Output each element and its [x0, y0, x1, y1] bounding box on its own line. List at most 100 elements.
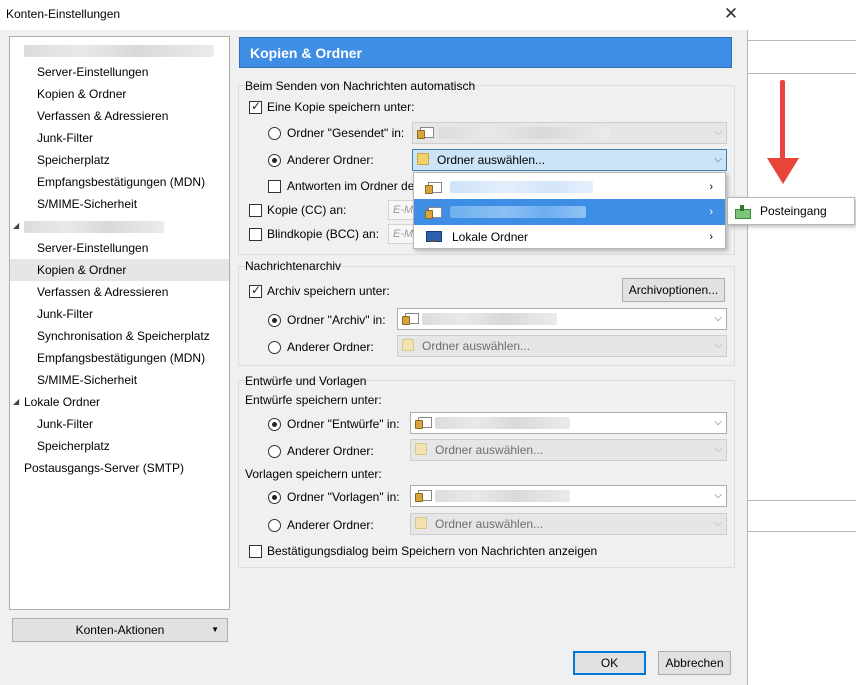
annotation-arrow-head — [767, 158, 799, 184]
sidebar-item-copies-folders-selected[interactable]: Kopien & Ordner — [10, 259, 229, 281]
mail-account-icon — [415, 416, 432, 429]
templates-other-select[interactable]: Ordner auswählen... ⌵ — [410, 513, 727, 535]
templates-label: Vorlagen speichern unter: — [245, 467, 382, 481]
bcc-label: Blindkopie (BCC) an: — [267, 227, 380, 241]
account-actions-button[interactable]: Konten-Aktionen ▼ — [12, 618, 228, 642]
sidebar-item-smtp[interactable]: Postausgangs-Server (SMTP) — [10, 457, 229, 479]
sidebar-item-disk-space[interactable]: Speicherplatz — [10, 435, 229, 457]
archive-folder-select[interactable]: ⌵ — [397, 308, 727, 330]
menu-item-account-1[interactable]: › — [414, 174, 725, 200]
bg-divider — [748, 40, 856, 41]
folder-icon — [402, 339, 414, 351]
inbox-label: Posteingang — [760, 204, 827, 218]
templates-folder-select[interactable]: ⌵ — [410, 485, 727, 507]
confirm-dialog-checkbox[interactable] — [249, 545, 262, 558]
templates-folder-radio[interactable] — [268, 491, 281, 504]
local-folders-icon — [426, 231, 442, 243]
redacted-account — [450, 181, 593, 193]
redacted-account-name — [24, 220, 164, 233]
expander-icon[interactable]: ◢ — [13, 215, 19, 237]
page-title: Kopien & Ordner — [239, 37, 732, 68]
account-2-node[interactable]: ◢ — [10, 215, 229, 237]
local-folders-label: Lokale Ordner — [24, 395, 101, 409]
local-folders-node[interactable]: ◢ Lokale Ordner — [10, 391, 229, 413]
sidebar-item-smime[interactable]: S/MIME-Sicherheit — [10, 369, 229, 391]
drafts-folder-select[interactable]: ⌵ — [410, 412, 727, 434]
redacted-account-name — [24, 44, 214, 57]
archive-other-select[interactable]: Ordner auswählen... ⌵ — [397, 335, 727, 357]
menu-item-local-folders[interactable]: Lokale Ordner › — [414, 224, 725, 250]
folder-icon — [417, 153, 429, 165]
redacted-account — [439, 127, 609, 139]
close-icon[interactable]: ✕ — [718, 3, 744, 25]
inbox-icon — [735, 205, 751, 219]
sidebar-item-disk-space[interactable]: Speicherplatz — [10, 149, 229, 171]
redacted-account — [435, 490, 570, 502]
account-1-node[interactable] — [10, 39, 229, 61]
sent-folder-select[interactable]: ⌵ — [412, 122, 727, 144]
mail-account-icon — [425, 181, 442, 194]
archive-options-button[interactable]: Archivoptionen... — [622, 278, 725, 302]
chevron-down-icon: ⌵ — [714, 127, 722, 138]
bg-divider — [748, 500, 856, 501]
bg-divider — [748, 73, 856, 74]
drafts-other-label: Anderer Ordner: — [287, 444, 374, 458]
expander-icon[interactable]: ◢ — [13, 391, 19, 413]
sent-folder-radio[interactable] — [268, 127, 281, 140]
sidebar-item-composition[interactable]: Verfassen & Adressieren — [10, 281, 229, 303]
archive-other-label: Anderer Ordner: — [287, 340, 374, 354]
send-group-label: Beim Senden von Nachrichten automatisch — [245, 79, 476, 93]
sidebar-item-server-settings[interactable]: Server-Einstellungen — [10, 237, 229, 259]
sidebar-item-return-receipts[interactable]: Empfangsbestätigungen (MDN) — [10, 347, 229, 369]
dropdown-arrow-icon: ▼ — [211, 625, 219, 634]
drafts-other-radio[interactable] — [268, 445, 281, 458]
sidebar-item-composition[interactable]: Verfassen & Adressieren — [10, 105, 229, 127]
ok-button[interactable]: OK — [573, 651, 646, 675]
sidebar-item-sync-storage[interactable]: Synchronisation & Speicherplatz — [10, 325, 229, 347]
window-title: Konten-Einstellungen — [6, 7, 121, 21]
archive-folder-radio[interactable] — [268, 314, 281, 327]
archive-other-select-text: Ordner auswählen... — [422, 339, 531, 353]
cc-checkbox[interactable] — [249, 204, 262, 217]
archive-other-radio[interactable] — [268, 341, 281, 354]
sidebar-item-return-receipts[interactable]: Empfangsbestätigungen (MDN) — [10, 171, 229, 193]
cc-label: Kopie (CC) an: — [267, 203, 347, 217]
other-folder-select-text: Ordner auswählen... — [437, 153, 546, 167]
menu-item-inbox[interactable]: Posteingang — [728, 198, 854, 224]
other-folder-radio[interactable] — [268, 154, 281, 167]
save-archive-checkbox[interactable] — [249, 283, 262, 298]
chevron-down-icon: ⌵ — [714, 490, 722, 501]
bcc-checkbox[interactable] — [249, 228, 262, 241]
mail-account-icon — [425, 206, 442, 219]
title-bar: Konten-Einstellungen ✕ — [0, 0, 748, 30]
archive-group-label: Nachrichtenarchiv — [245, 259, 342, 273]
chevron-right-icon: › — [709, 231, 713, 243]
sidebar-item-junk-filter[interactable]: Junk-Filter — [10, 127, 229, 149]
folder-picker-menu: › › Lokale Ordner › — [413, 172, 726, 249]
sidebar-item-smime[interactable]: S/MIME-Sicherheit — [10, 193, 229, 215]
sidebar-item-junk-filter[interactable]: Junk-Filter — [10, 413, 229, 435]
templates-other-radio[interactable] — [268, 519, 281, 532]
redacted-account — [450, 206, 586, 218]
drafts-folder-radio[interactable] — [268, 418, 281, 431]
account-tree: Server-Einstellungen Kopien & Ordner Ver… — [9, 36, 230, 610]
other-folder-select[interactable]: Ordner auswählen... ⌵ — [412, 149, 727, 171]
templates-folder-label: Ordner "Vorlagen" in: — [287, 490, 400, 504]
sidebar-item-copies-folders[interactable]: Kopien & Ordner — [10, 83, 229, 105]
folder-icon — [415, 517, 427, 529]
chevron-down-icon: ⌵ — [714, 154, 722, 165]
drafts-other-select[interactable]: Ordner auswählen... ⌵ — [410, 439, 727, 461]
sidebar-item-server-settings[interactable]: Server-Einstellungen — [10, 61, 229, 83]
reply-in-folder-label: Antworten im Ordner de — [287, 179, 415, 193]
redacted-account — [435, 417, 570, 429]
sidebar-item-junk-filter[interactable]: Junk-Filter — [10, 303, 229, 325]
menu-item-account-2[interactable]: › — [414, 199, 725, 225]
templates-other-select-text: Ordner auswählen... — [435, 517, 544, 531]
redacted-account — [422, 313, 557, 325]
reply-in-folder-checkbox[interactable] — [268, 180, 281, 193]
save-copy-checkbox[interactable] — [249, 99, 262, 114]
chevron-right-icon: › — [709, 206, 713, 218]
account-settings-dialog: Konten-Einstellungen ✕ Server-Einstellun… — [0, 0, 748, 685]
mail-account-icon — [417, 126, 434, 139]
cancel-button[interactable]: Abbrechen — [658, 651, 731, 675]
